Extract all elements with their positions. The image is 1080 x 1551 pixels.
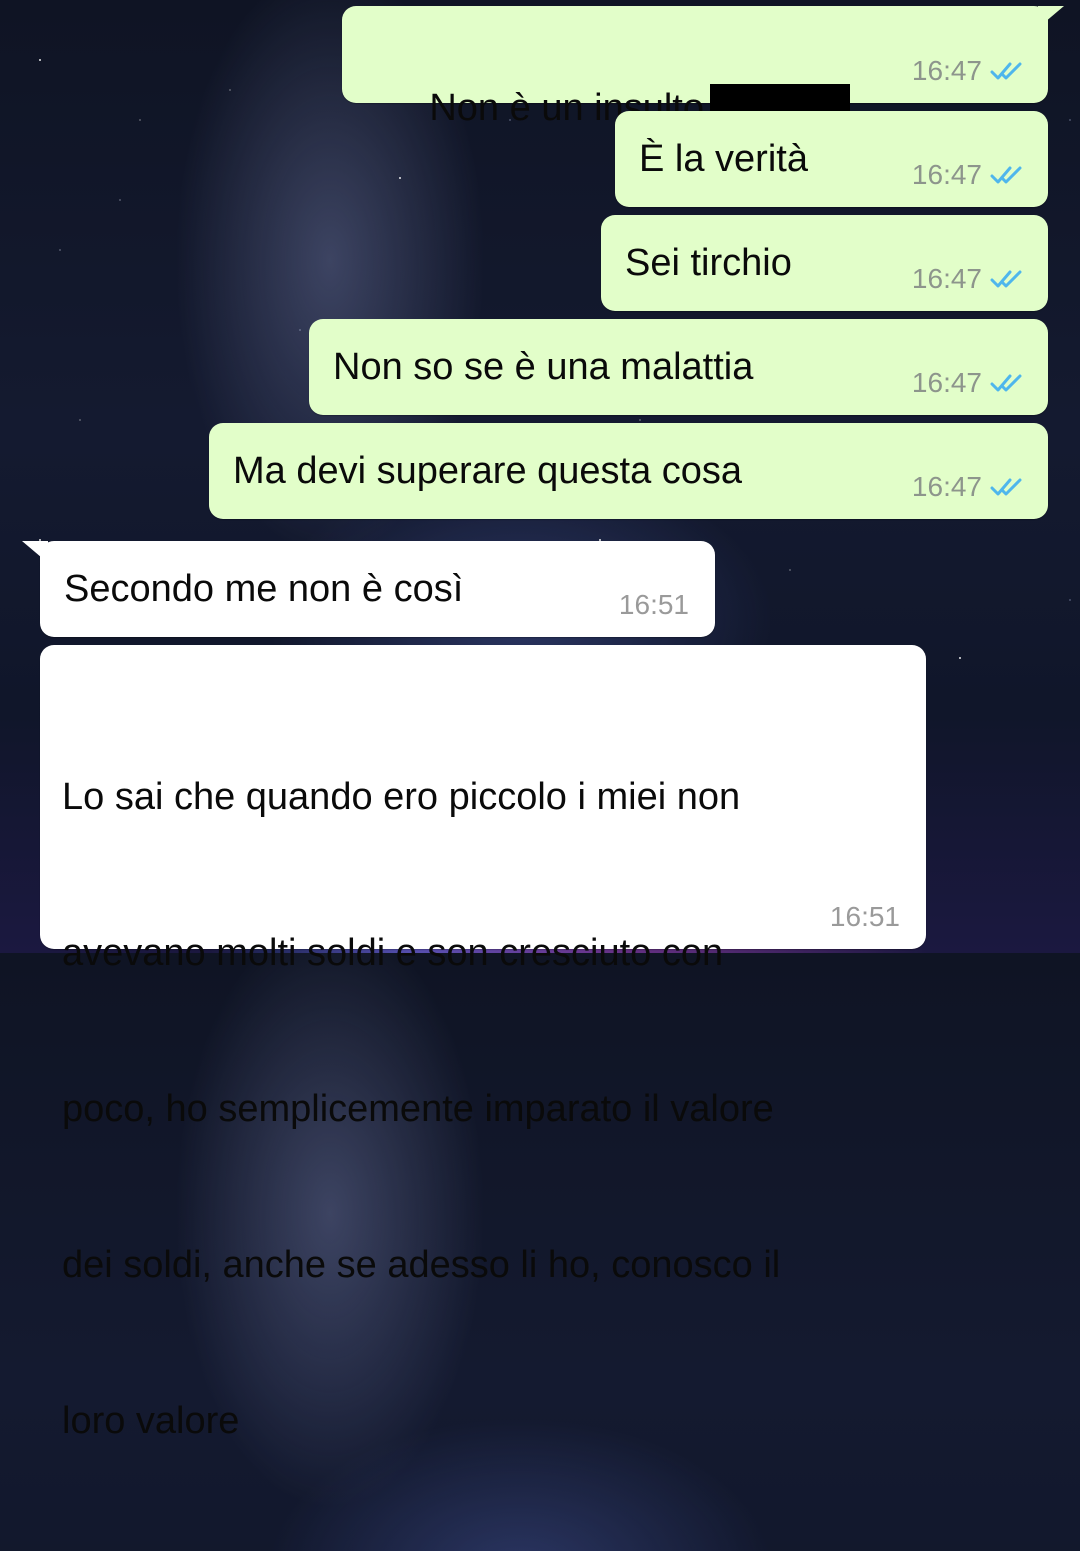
message-time: 16:51 [618, 589, 689, 620]
message-time: 16:47 [911, 471, 982, 502]
message-text: È la verità [639, 138, 808, 180]
bubble-tail [22, 541, 48, 563]
double-check-icon [990, 62, 1022, 80]
message-bubble-outgoing[interactable]: Non so se è una malattia 16:47 [309, 319, 1048, 415]
message-time: 16:47 [911, 263, 982, 294]
message-time: 16:47 [911, 55, 982, 86]
double-check-icon [990, 270, 1022, 288]
message-time: 16:47 [911, 159, 982, 190]
double-check-icon [990, 166, 1022, 184]
message-text: Ma devi superare questa cosa [233, 450, 743, 492]
message-text: Sei tirchio [625, 242, 792, 284]
message-bubble-outgoing[interactable]: Ma devi superare questa cosa 16:47 [209, 423, 1048, 519]
message-bubble-outgoing[interactable]: Sei tirchio 16:47 [601, 215, 1048, 311]
double-check-icon [990, 374, 1022, 392]
message-time: 16:51 [829, 901, 900, 932]
message-time: 16:47 [911, 367, 982, 398]
message-line: dei soldi, anche se adesso li ho, conosc… [62, 1244, 781, 1286]
message-text: Secondo me non è così [64, 568, 464, 610]
message-line: Lo sai che quando ero piccolo i miei non [62, 776, 741, 818]
message-meta: 16:51 [830, 901, 900, 933]
message-bubble-outgoing[interactable]: Non è un insulto 16:47 [342, 6, 1064, 136]
chat-thread[interactable]: Non è un insulto 16:47 È la verità 16:47… [0, 0, 1080, 1442]
bubble-tail [1038, 6, 1064, 28]
double-check-icon [990, 478, 1022, 496]
message-meta: 16:47 [912, 367, 1024, 399]
message-meta: 16:51 [619, 589, 689, 621]
message-line: poco, ho semplicemente imparato il valor… [62, 1088, 774, 1130]
message-line: loro valore [62, 1400, 240, 1442]
message-meta: 16:47 [912, 263, 1024, 295]
message-line: avevano molti soldi e son cresciuto con [62, 932, 724, 974]
message-text: Non so se è una malattia [333, 346, 754, 388]
message-meta: 16:47 [912, 471, 1024, 503]
message-meta: 16:47 [912, 159, 1024, 191]
message-text: Lo sai che quando ero piccolo i miei non… [62, 667, 780, 1551]
message-meta: 16:47 [912, 55, 1024, 87]
message-bubble-outgoing[interactable]: È la verità 16:47 [615, 111, 1048, 207]
message-bubble-incoming[interactable]: Lo sai che quando ero piccolo i miei non… [40, 645, 926, 1442]
message-bubble-incoming[interactable]: Secondo me non è così 16:51 [22, 541, 715, 637]
